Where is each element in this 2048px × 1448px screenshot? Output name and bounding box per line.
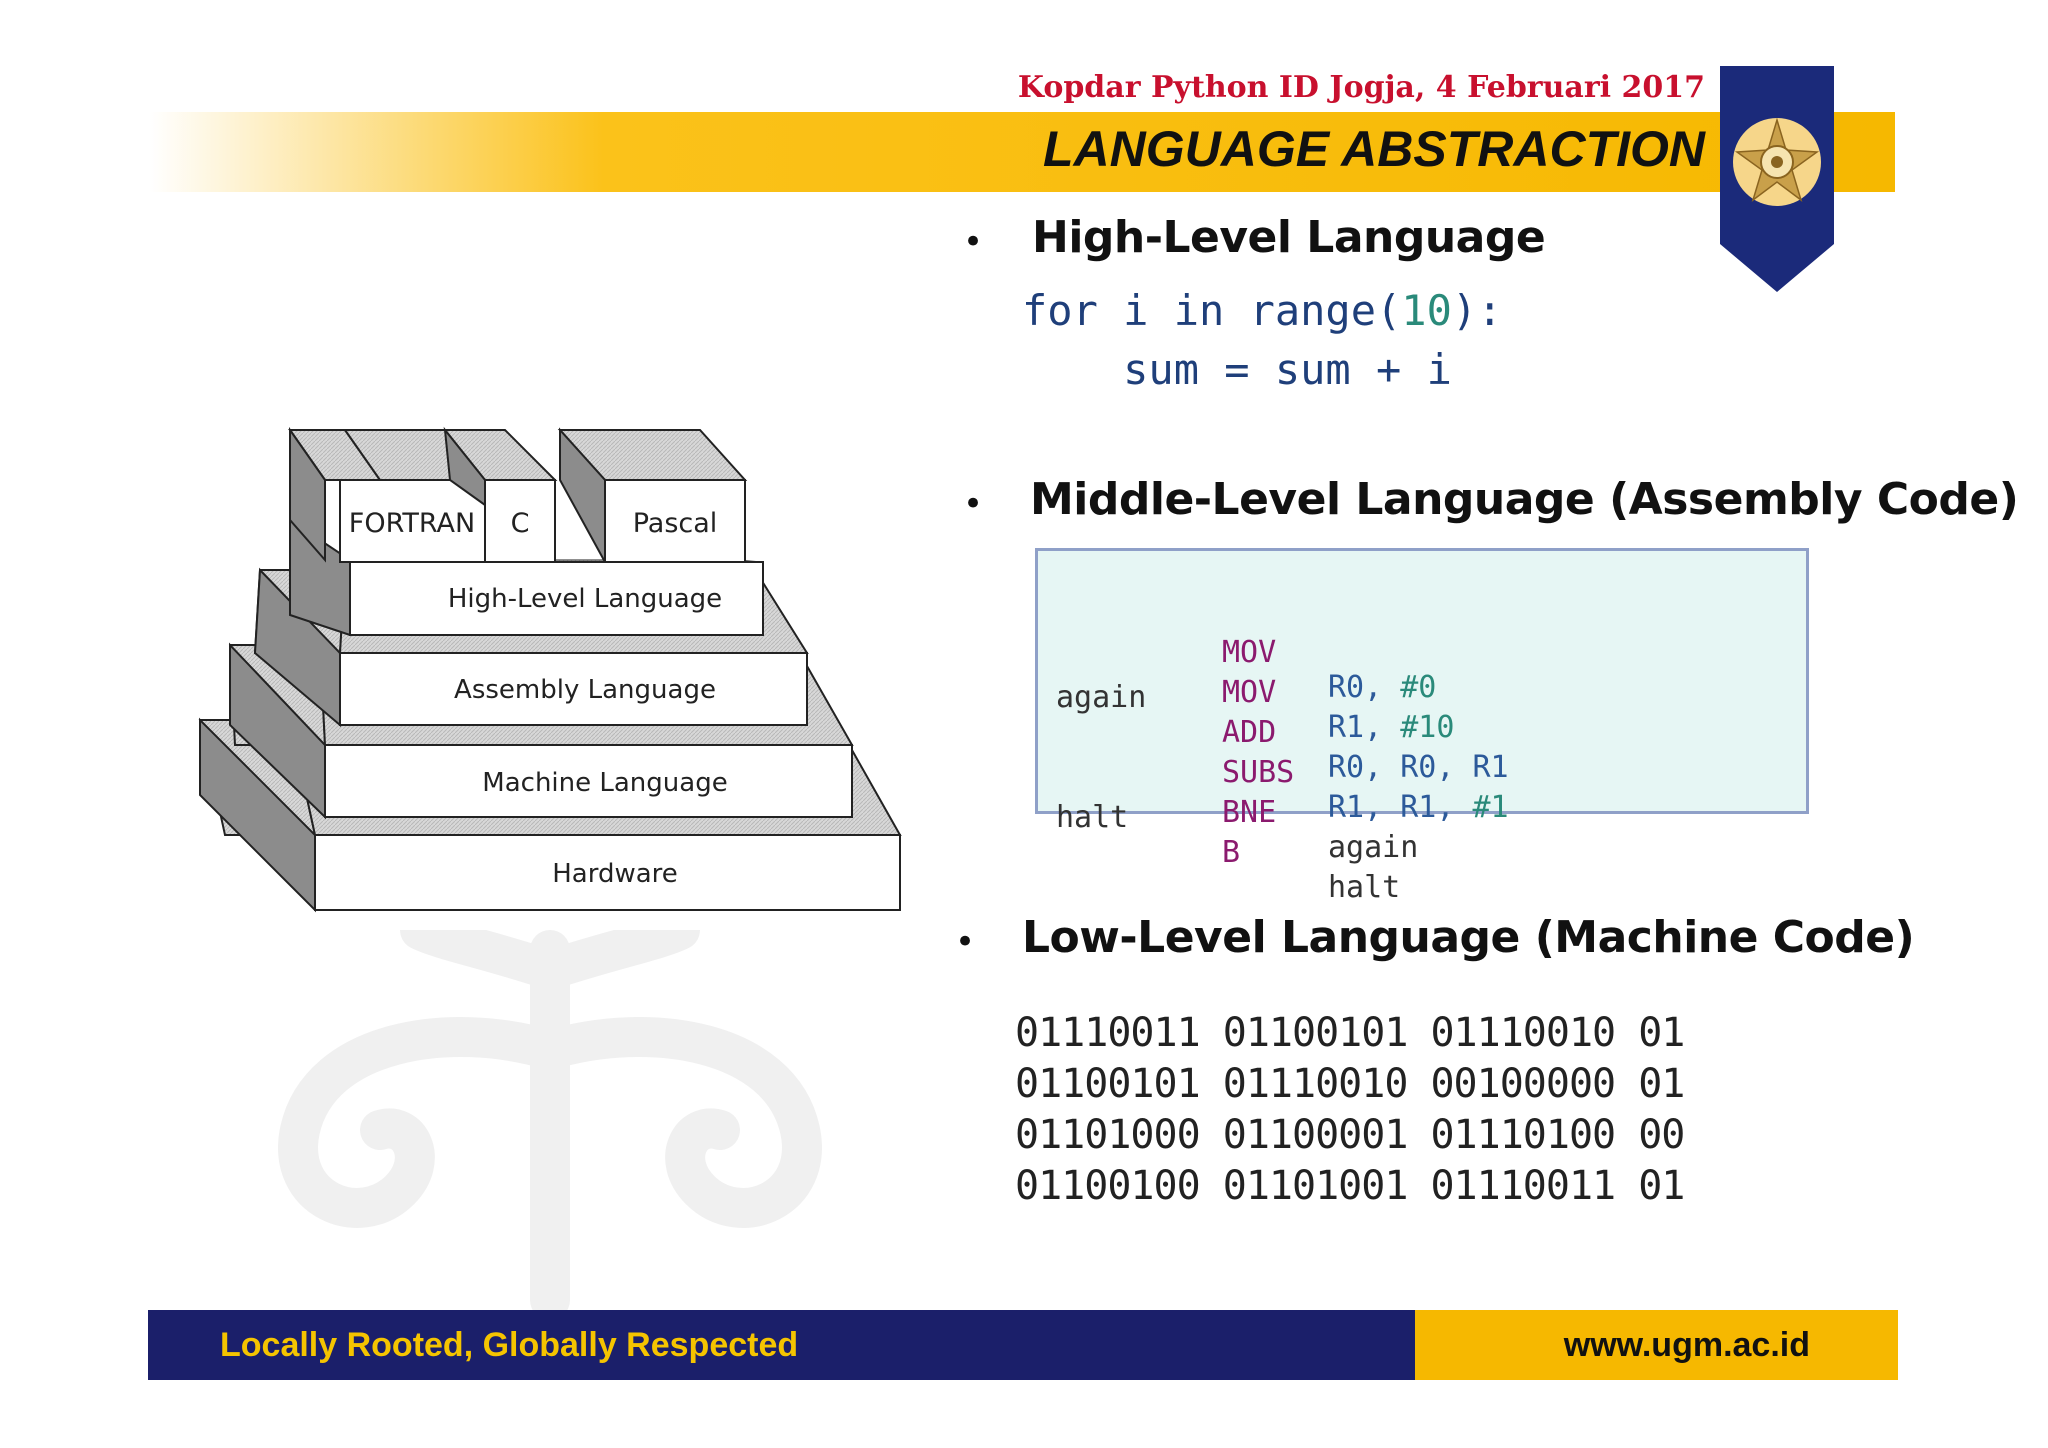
layer-label-high-level: High-Level Language	[448, 584, 722, 614]
python-code-line-2: sum = sum + i	[1022, 345, 1452, 394]
layer-label-machine: Machine Language	[482, 768, 727, 798]
bullet-low: •	[955, 922, 976, 962]
lang-label-pascal: Pascal	[633, 508, 718, 539]
machine-code-line-3: 01101000 01100001 01110100 00	[1015, 1112, 1685, 1158]
event-caption: Kopdar Python ID Jogja, 4 Februari 2017	[1017, 70, 1705, 105]
heading-high-level: High-Level Language	[1032, 212, 1546, 263]
layer-label-assembly: Assembly Language	[454, 675, 716, 705]
lang-label-c: C	[511, 508, 530, 539]
footer-slogan: Locally Rooted, Globally Respected	[220, 1326, 799, 1364]
layer-label-hardware: Hardware	[552, 859, 678, 889]
heading-middle-level: Middle-Level Language (Assembly Code)	[1030, 474, 2019, 525]
heading-low-level: Low-Level Language (Machine Code)	[1022, 912, 1915, 963]
lang-label-fortran: FORTRAN	[349, 508, 475, 539]
machine-code-line-4: 01100100 01101001 01110011 01	[1015, 1163, 1685, 1209]
machine-code-line-1: 01110011 01100101 01110010 01	[1015, 1010, 1685, 1056]
ugm-emblem-icon	[1720, 66, 1834, 292]
lang-box-pascal: Pascal	[557, 427, 748, 563]
watermark-tree	[278, 930, 822, 1310]
abstraction-pyramid: Hardware Machine Language Assembly Langu…	[198, 426, 902, 913]
bullet-middle: •	[963, 484, 984, 524]
footer-url-link[interactable]: www.ugm.ac.id	[1420, 1326, 1810, 1365]
slide-title: LANGUAGE ABSTRACTION	[1042, 121, 1705, 177]
python-code-line-1: for i in range(10):	[1022, 286, 1503, 335]
machine-code-line-2: 01100101 01110010 00100000 01	[1015, 1061, 1685, 1107]
bullet-high: •	[963, 222, 984, 262]
assembly-code-box: MOV R0, #0 MOV R1, #10 again ADD R0, R0,…	[1035, 548, 1809, 905]
